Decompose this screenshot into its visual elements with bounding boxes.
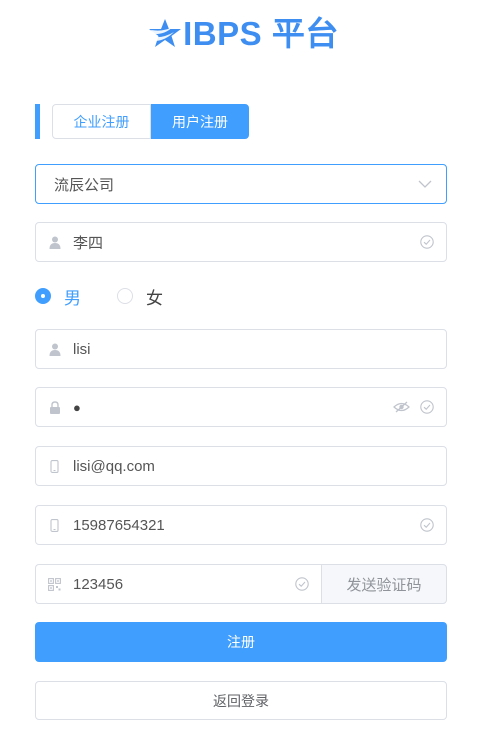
email-value: lisi@qq.com <box>73 457 155 475</box>
phone-value: 15987654321 <box>73 516 165 534</box>
mobile-icon <box>50 459 59 473</box>
tab-enterprise-register[interactable]: 企业注册 <box>52 104 151 139</box>
full-name-value: 李四 <box>73 234 104 252</box>
gender-label-male: 男 <box>64 288 81 308</box>
email-field[interactable]: lisi@qq.com <box>35 446 447 486</box>
radio-dot <box>35 288 51 304</box>
user-icon <box>49 236 60 249</box>
register-tabs: 企业注册 用户注册 <box>35 104 249 139</box>
verify-code-field[interactable]: 123456 <box>35 564 321 604</box>
gender-radio-female[interactable]: 女 <box>117 284 163 309</box>
circle-check-icon <box>420 235 434 249</box>
password-value: ● <box>73 399 81 415</box>
star-logo-icon <box>149 19 182 47</box>
mobile-icon <box>50 518 59 532</box>
phone-field[interactable]: 15987654321 <box>35 505 447 545</box>
qrcode-icon <box>48 577 61 591</box>
gender-label-female: 女 <box>146 288 163 308</box>
username-field[interactable]: lisi <box>35 329 447 369</box>
company-select[interactable]: 流辰公司 <box>35 164 447 204</box>
verify-code-value: 123456 <box>73 575 124 593</box>
full-name-field[interactable]: 李四 <box>35 222 447 262</box>
eye-slash-icon <box>393 401 410 413</box>
app-logo: IBPS 平台 <box>0 12 486 56</box>
company-select-value: 流辰公司 <box>54 176 115 194</box>
user-icon <box>49 343 60 356</box>
circle-check-icon <box>420 518 434 532</box>
tabs-accent-bar <box>35 104 40 139</box>
back-to-login-button[interactable]: 返回登录 <box>35 681 447 720</box>
circle-check-icon <box>295 577 309 591</box>
lock-icon <box>49 400 60 414</box>
verify-code-group: 123456 发送验证码 <box>35 564 447 604</box>
gender-radio-group: 男 女 <box>35 284 199 308</box>
logo-title: IBPS 平台 <box>183 15 339 52</box>
tab-user-register[interactable]: 用户注册 <box>151 104 249 139</box>
circle-check-icon <box>420 400 434 414</box>
gender-radio-male[interactable]: 男 <box>35 284 81 309</box>
toggle-password-visibility[interactable] <box>393 401 410 413</box>
send-verify-code-button[interactable]: 发送验证码 <box>321 564 447 604</box>
radio-dot <box>117 288 133 304</box>
username-value: lisi <box>73 340 91 358</box>
register-button[interactable]: 注册 <box>35 622 447 662</box>
chevron-down-icon <box>418 180 432 188</box>
password-field[interactable]: ● <box>35 387 447 427</box>
